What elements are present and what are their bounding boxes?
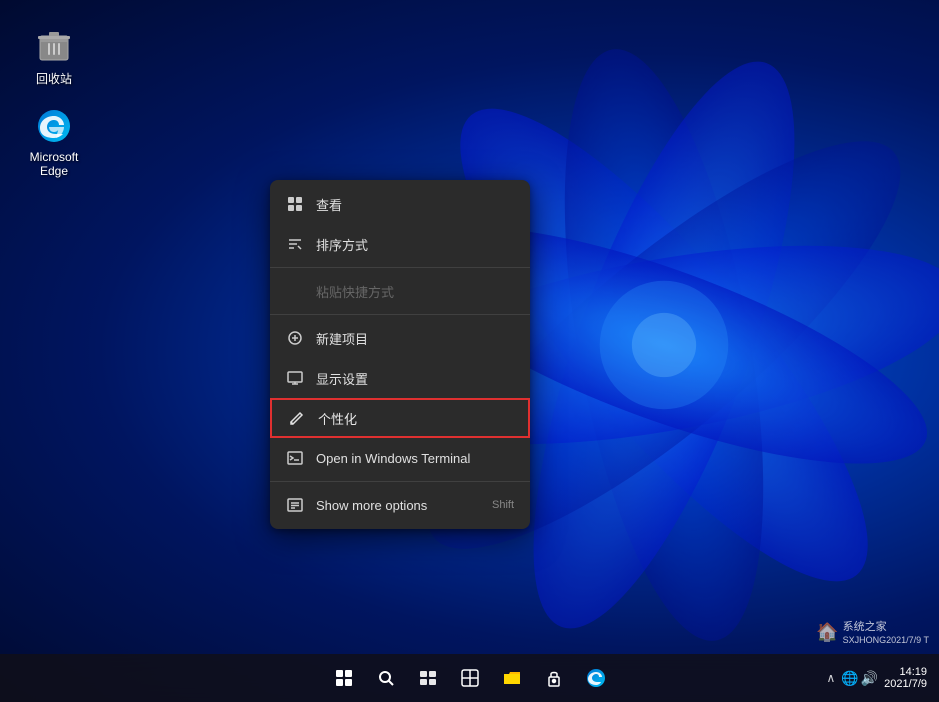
menu-item-personalize[interactable]: 个性化: [270, 398, 530, 438]
start-button[interactable]: [325, 659, 363, 697]
taskbar: ∧ 🌐 🔊 14:19 2021/7/9: [0, 654, 939, 702]
menu-terminal-label: Open in Windows Terminal: [316, 451, 514, 466]
watermark-logo: 🏠: [816, 622, 838, 643]
more-options-icon: [286, 496, 304, 514]
volume-icon[interactable]: 🔊: [861, 670, 878, 687]
watermark-text: 系统之家SXJHONG2021/7/9 T: [843, 618, 929, 646]
menu-item-paste-shortcut: 粘贴快捷方式: [270, 271, 530, 311]
widgets-button[interactable]: [451, 659, 489, 697]
taskbar-right: ∧ 🌐 🔊 14:19 2021/7/9: [827, 666, 928, 690]
menu-more-shortcut: Shift: [492, 499, 514, 511]
separator-2: [270, 314, 530, 315]
edge-label: Microsoft Edge: [24, 150, 84, 178]
menu-sort-label: 排序方式: [316, 235, 514, 254]
terminal-icon: [286, 449, 304, 467]
menu-view-label: 查看: [316, 195, 514, 214]
edge-taskbar-button[interactable]: [577, 659, 615, 697]
clock[interactable]: 14:19 2021/7/9: [884, 666, 927, 690]
search-button[interactable]: [367, 659, 405, 697]
watermark: 🏠 系统之家SXJHONG2021/7/9 T: [816, 618, 929, 646]
new-icon: [286, 329, 304, 347]
menu-item-terminal[interactable]: Open in Windows Terminal: [270, 438, 530, 478]
pencil-icon: [288, 409, 306, 427]
separator-1: [270, 267, 530, 268]
separator-3: [270, 481, 530, 482]
menu-item-new[interactable]: 新建项目: [270, 318, 530, 358]
menu-item-view[interactable]: 查看: [270, 184, 530, 224]
explorer-button[interactable]: [493, 659, 531, 697]
display-icon: [286, 369, 304, 387]
tray-arrow[interactable]: ∧: [827, 671, 836, 685]
edge-icon[interactable]: Microsoft Edge: [18, 100, 90, 184]
menu-item-display[interactable]: 显示设置: [270, 358, 530, 398]
taskview-button[interactable]: [409, 659, 447, 697]
recycle-bin-icon[interactable]: 回收站: [18, 20, 90, 93]
view-icon: [286, 195, 304, 213]
context-menu: 查看 排序方式 粘贴快捷方式: [270, 180, 530, 529]
menu-paste-label: 粘贴快捷方式: [316, 282, 514, 301]
menu-more-label: Show more options: [316, 498, 480, 513]
menu-item-sort[interactable]: 排序方式: [270, 224, 530, 264]
taskbar-center: [325, 659, 615, 697]
menu-new-label: 新建项目: [316, 329, 514, 348]
menu-personalize-label: 个性化: [318, 409, 512, 428]
sort-icon: [286, 235, 304, 253]
recycle-bin-image: [34, 26, 74, 66]
paste-icon: [286, 282, 304, 300]
desktop: 回收站 Microsoft Edge: [0, 0, 939, 702]
store-button[interactable]: [535, 659, 573, 697]
time-display: 14:19: [899, 666, 927, 678]
system-tray: ∧ 🌐 🔊: [827, 670, 879, 687]
menu-display-label: 显示设置: [316, 369, 514, 388]
recycle-bin-label: 回收站: [36, 70, 72, 87]
edge-image: [34, 106, 74, 146]
network-icon[interactable]: 🌐: [841, 670, 858, 687]
date-display: 2021/7/9: [884, 678, 927, 690]
menu-item-more-options[interactable]: Show more options Shift: [270, 485, 530, 525]
